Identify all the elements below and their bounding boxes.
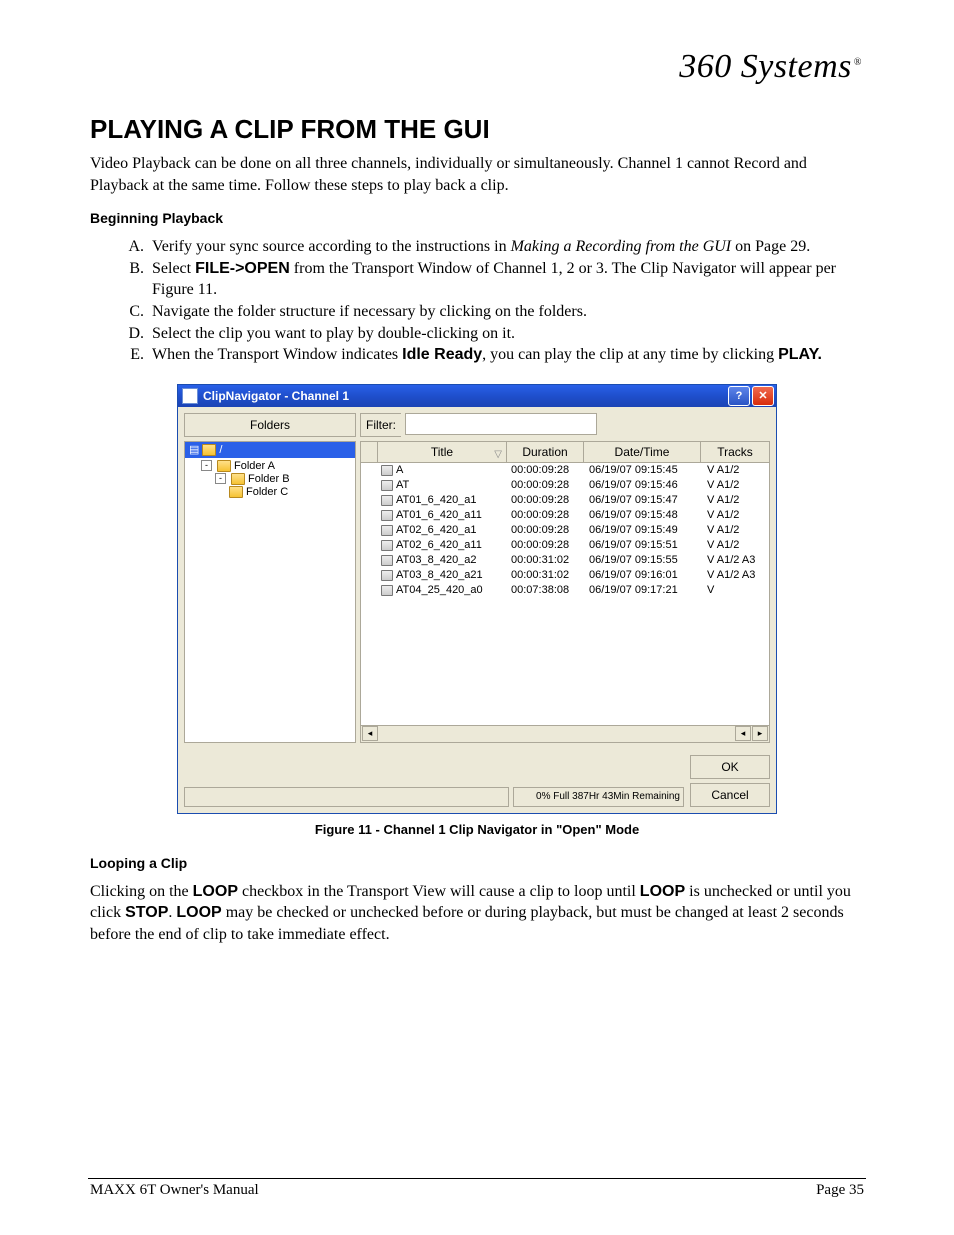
page-heading: PLAYING A CLIP FROM THE GUI <box>90 114 864 145</box>
step-d: Select the clip you want to play by doub… <box>148 323 864 345</box>
grid-header-tracks[interactable]: Tracks <box>701 442 770 463</box>
playback-steps: Verify your sync source according to the… <box>90 236 864 366</box>
grid-scrollbar[interactable]: ◂ ◂ ▸ <box>360 726 770 743</box>
grid-header-icon[interactable] <box>361 442 378 463</box>
step-e: When the Transport Window indicates Idle… <box>148 344 864 366</box>
tree-node-a[interactable]: -Folder A <box>201 460 355 473</box>
step-b: Select FILE->OPEN from the Transport Win… <box>148 258 864 301</box>
clip-icon <box>381 465 393 476</box>
footer-left: MAXX 6T Owner's Manual <box>90 1182 259 1199</box>
folder-tree[interactable]: ▤ / -Folder A -Folder B Folder C <box>184 441 356 743</box>
footer-right: Page 35 <box>816 1182 864 1199</box>
collapse-icon[interactable]: - <box>215 473 226 484</box>
folder-icon <box>229 486 243 498</box>
tree-node-c[interactable]: Folder C <box>201 486 355 499</box>
collapse-icon[interactable]: - <box>201 460 212 471</box>
grid-header-duration[interactable]: Duration <box>507 442 584 463</box>
status-disk-usage: 0% Full 387Hr 43Min Remaining <box>513 787 684 807</box>
scroll-left-icon[interactable]: ◂ <box>735 726 751 741</box>
step-c: Navigate the folder structure if necessa… <box>148 301 864 323</box>
clip-grid: Title Duration Date/Time Tracks A00:00:0… <box>360 441 770 743</box>
tree-root-selected[interactable]: ▤ / <box>185 442 355 458</box>
figure-caption: Figure 11 - Channel 1 Clip Navigator in … <box>90 822 864 837</box>
cancel-button[interactable]: Cancel <box>690 783 770 807</box>
grid-row[interactable]: AT03_8_420_a2100:00:31:0206/19/07 09:16:… <box>361 568 769 583</box>
window-title: ClipNavigator - Channel 1 <box>203 389 726 403</box>
window-app-icon: ▭ <box>182 388 198 404</box>
grid-row[interactable]: AT00:00:09:2806/19/07 09:15:46V A1/2 <box>361 478 769 493</box>
status-bar-left <box>184 787 509 807</box>
scroll-right-icon[interactable]: ▸ <box>752 726 768 741</box>
intro-paragraph: Video Playback can be done on all three … <box>90 153 864 196</box>
grid-row[interactable]: AT01_6_420_a1100:00:09:2806/19/07 09:15:… <box>361 508 769 523</box>
clip-icon <box>381 495 393 506</box>
clip-icon <box>381 585 393 596</box>
sub-heading-looping: Looping a Clip <box>90 855 864 871</box>
clip-icon <box>381 540 393 551</box>
filter-input[interactable] <box>405 413 597 435</box>
sub-heading-beginning: Beginning Playback <box>90 210 864 226</box>
clip-icon <box>381 480 393 491</box>
clip-icon <box>381 570 393 581</box>
clip-icon <box>381 555 393 566</box>
scroll-left-icon[interactable]: ◂ <box>362 726 378 741</box>
folder-icon <box>231 473 245 485</box>
looping-paragraph: Clicking on the LOOP checkbox in the Tra… <box>90 881 864 946</box>
grid-row[interactable]: AT02_6_420_a100:00:09:2806/19/07 09:15:4… <box>361 523 769 538</box>
grid-header-title[interactable]: Title <box>378 442 507 463</box>
brand-logo: 360 Systems® <box>679 48 862 86</box>
footer-rule <box>88 1178 866 1179</box>
folder-icon <box>217 460 231 472</box>
tree-node-b[interactable]: -Folder B <box>201 473 355 486</box>
close-button[interactable]: ✕ <box>752 386 774 406</box>
filter-label: Filter: <box>360 413 401 437</box>
help-button[interactable]: ? <box>728 386 750 406</box>
grid-row[interactable]: AT04_25_420_a000:07:38:0806/19/07 09:17:… <box>361 583 769 598</box>
folder-icon <box>202 444 216 456</box>
step-a: Verify your sync source according to the… <box>148 236 864 258</box>
clip-icon <box>381 510 393 521</box>
grid-row[interactable]: AT02_6_420_a1100:00:09:2806/19/07 09:15:… <box>361 538 769 553</box>
grid-row[interactable]: AT01_6_420_a100:00:09:2806/19/07 09:15:4… <box>361 493 769 508</box>
grid-row[interactable]: AT03_8_420_a200:00:31:0206/19/07 09:15:5… <box>361 553 769 568</box>
window-titlebar[interactable]: ▭ ClipNavigator - Channel 1 ? ✕ <box>178 385 776 407</box>
drive-icon: ▤ <box>189 443 199 456</box>
grid-row[interactable]: A00:00:09:2806/19/07 09:15:45V A1/2 <box>361 463 769 478</box>
grid-header-datetime[interactable]: Date/Time <box>584 442 701 463</box>
clip-icon <box>381 525 393 536</box>
grid-header-row: Title Duration Date/Time Tracks <box>360 441 770 463</box>
folders-header[interactable]: Folders <box>184 413 356 437</box>
ok-button[interactable]: OK <box>690 755 770 779</box>
clipnavigator-window: ▭ ClipNavigator - Channel 1 ? ✕ Folders … <box>177 384 777 814</box>
